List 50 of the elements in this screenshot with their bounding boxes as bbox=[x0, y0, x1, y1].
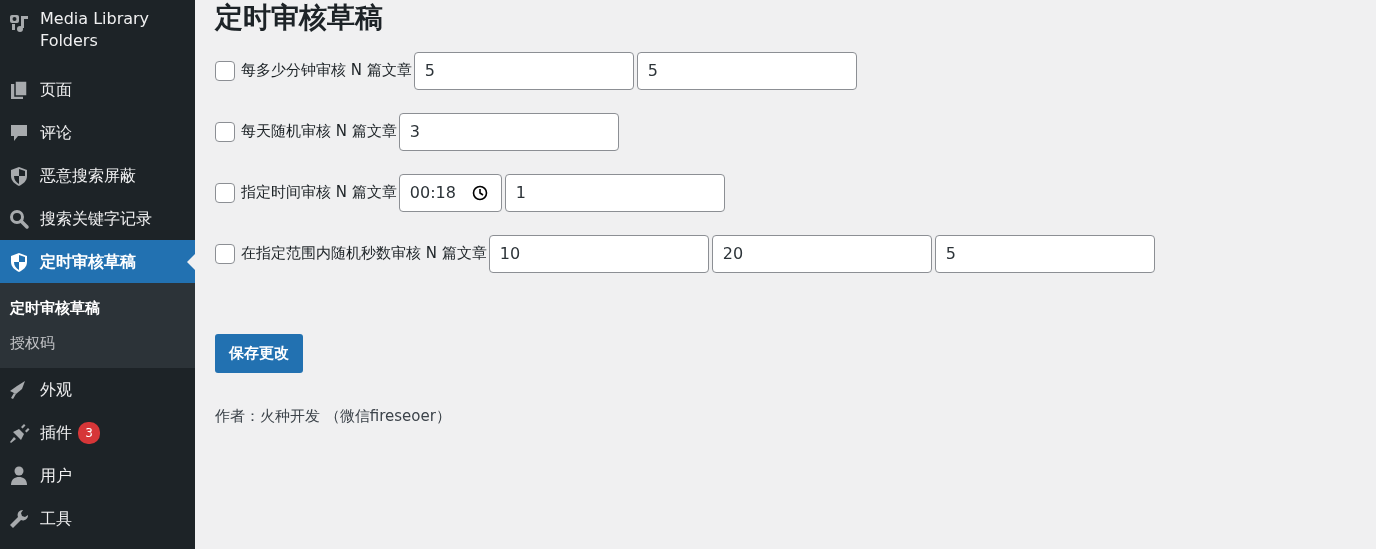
user-icon bbox=[8, 464, 30, 487]
option-label: 每多少分钟审核 N 篇文章 bbox=[241, 60, 412, 82]
menu-label: Media Library Folders bbox=[40, 8, 151, 53]
input-field[interactable]: 3 bbox=[398, 112, 619, 151]
menu-item[interactable]: 搜索关键字记录 bbox=[0, 197, 195, 240]
menu-label: 搜索关键字记录 bbox=[40, 207, 152, 230]
checkbox[interactable] bbox=[215, 243, 235, 264]
menu-item[interactable]: 定时审核草稿 bbox=[0, 240, 195, 283]
menu-item[interactable]: 工具 bbox=[0, 497, 195, 540]
menu-item[interactable]: Media Library Folders bbox=[0, 0, 195, 68]
menu-item[interactable]: 恶意搜索屏蔽 bbox=[0, 154, 195, 197]
shield-icon bbox=[8, 250, 30, 273]
save-button[interactable]: 保存更改 bbox=[215, 334, 303, 373]
shield-icon bbox=[8, 164, 30, 187]
submenu-item[interactable]: 授权码 bbox=[0, 325, 195, 360]
search-icon bbox=[8, 207, 30, 230]
pages-icon bbox=[8, 78, 30, 101]
clock-icon[interactable] bbox=[471, 184, 488, 201]
menu-item[interactable]: 外观 bbox=[0, 368, 195, 411]
plug-icon bbox=[8, 421, 30, 444]
time-field[interactable]: 00:18 bbox=[398, 173, 502, 212]
page-title: 定时审核草稿 bbox=[215, 0, 384, 32]
input-field[interactable]: 1 bbox=[504, 173, 725, 212]
submenu-item[interactable]: 定时审核草稿 bbox=[0, 291, 195, 326]
input-field[interactable]: 5 bbox=[413, 51, 634, 90]
menu-label: 页面 bbox=[40, 78, 72, 101]
count-badge: 3 bbox=[78, 421, 100, 444]
input-field[interactable]: 5 bbox=[636, 51, 857, 90]
checkbox[interactable] bbox=[215, 60, 235, 81]
menu-label: 插件 bbox=[40, 421, 72, 444]
menu-label: 工具 bbox=[40, 507, 72, 530]
input-field[interactable]: 10 bbox=[488, 234, 709, 273]
author-text: 作者：火种开发 （微信fireseoer） bbox=[215, 405, 452, 427]
menu-item[interactable]: 评论 bbox=[0, 111, 195, 154]
menu-label: 用户 bbox=[40, 464, 72, 487]
input-field[interactable]: 20 bbox=[711, 234, 932, 273]
option-label: 在指定范围内随机秒数审核 N 篇文章 bbox=[241, 243, 487, 265]
menu-label: 外观 bbox=[40, 378, 72, 401]
option-label: 指定时间审核 N 篇文章 bbox=[241, 182, 397, 204]
checkbox[interactable] bbox=[215, 121, 235, 142]
menu-label: 定时审核草稿 bbox=[40, 250, 136, 273]
option-label: 每天随机审核 N 篇文章 bbox=[241, 121, 397, 143]
menu-label: 恶意搜索屏蔽 bbox=[40, 164, 136, 187]
menu-item[interactable]: 用户 bbox=[0, 454, 195, 497]
menu-label: 评论 bbox=[40, 121, 72, 144]
menu-item[interactable]: 页面 bbox=[0, 68, 195, 111]
input-field[interactable]: 5 bbox=[934, 234, 1155, 273]
wrench-icon bbox=[8, 507, 30, 530]
menu-item[interactable]: 插件 3 bbox=[0, 411, 195, 454]
checkbox[interactable] bbox=[215, 182, 235, 203]
